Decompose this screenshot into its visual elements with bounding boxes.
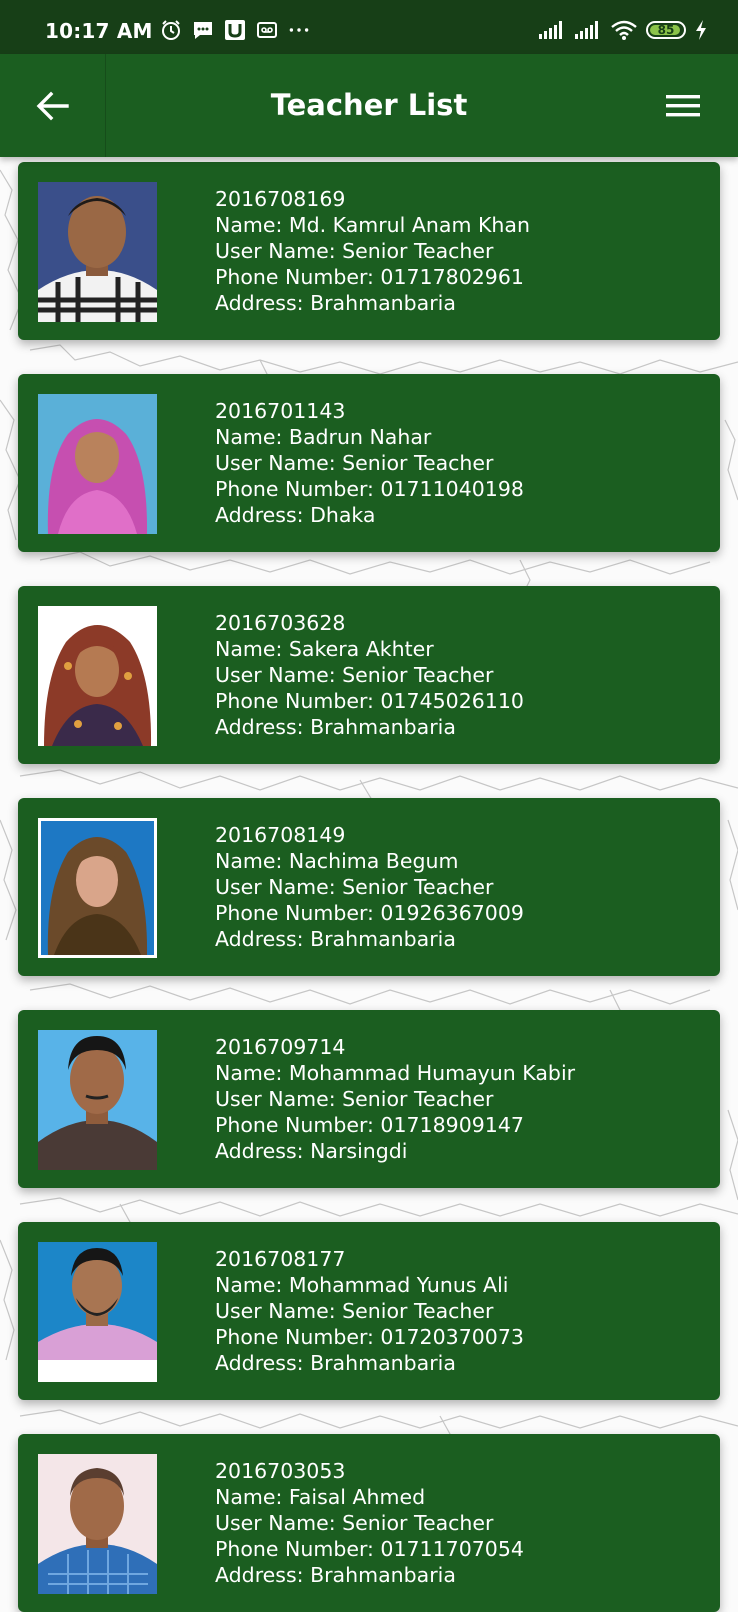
teacher-photo xyxy=(38,1030,157,1170)
teacher-info: 2016708177 Name: Mohammad Yunus Ali User… xyxy=(215,1246,524,1376)
teacher-address: Address: Brahmanbaria xyxy=(215,291,456,315)
teacher-card[interactable]: 2016703628 Name: Sakera Akhter User Name… xyxy=(18,586,720,764)
teacher-photo xyxy=(38,182,157,322)
teacher-photo xyxy=(38,1242,157,1382)
teacher-photo xyxy=(38,818,157,958)
teacher-id: 2016708177 xyxy=(215,1247,346,1271)
teacher-card[interactable]: 2016708177 Name: Mohammad Yunus Ali User… xyxy=(18,1222,720,1400)
app-bar: Teacher List xyxy=(0,54,738,157)
u-app-icon xyxy=(224,19,246,41)
teacher-info: 2016708149 Name: Nachima Begum User Name… xyxy=(215,822,524,952)
teacher-photo xyxy=(38,394,157,534)
appbar-divider xyxy=(105,54,106,157)
teacher-address: Address: Dhaka xyxy=(215,503,376,527)
notification-icons xyxy=(160,18,310,42)
teacher-address: Address: Brahmanbaria xyxy=(215,715,456,739)
teacher-username: User Name: Senior Teacher xyxy=(215,1511,494,1535)
teacher-photo xyxy=(38,1454,157,1594)
teacher-name: Name: Mohammad Humayun Kabir xyxy=(215,1061,576,1085)
teacher-address: Address: Brahmanbaria xyxy=(215,1351,456,1375)
hamburger-menu-icon xyxy=(666,94,700,116)
teacher-phone: Phone Number: 01711040198 xyxy=(215,477,524,501)
teacher-id: 2016708169 xyxy=(215,187,346,211)
teacher-info: 2016709714 Name: Mohammad Humayun Kabir … xyxy=(215,1034,575,1164)
teacher-id: 2016709714 xyxy=(215,1035,346,1059)
teacher-info: 2016708169 Name: Md. Kamrul Anam Khan Us… xyxy=(215,186,530,316)
battery-level: 85 xyxy=(657,23,675,37)
charging-bolt-icon xyxy=(694,19,708,41)
teacher-phone: Phone Number: 01718909147 xyxy=(215,1113,524,1137)
teacher-username: User Name: Senior Teacher xyxy=(215,451,494,475)
status-bar: 10:17 AM 85 xyxy=(0,0,738,54)
teacher-name: Name: Badrun Nahar xyxy=(215,425,432,449)
alarm-clock-icon xyxy=(160,19,182,41)
teacher-id: 2016708149 xyxy=(215,823,346,847)
battery-indicator: 85 xyxy=(646,21,686,39)
teacher-card[interactable]: 2016708149 Name: Nachima Begum User Name… xyxy=(18,798,720,976)
signal-icon xyxy=(538,19,566,41)
teacher-card[interactable]: 2016701143 Name: Badrun Nahar User Name:… xyxy=(18,374,720,552)
teacher-phone: Phone Number: 01717802961 xyxy=(215,265,524,289)
teacher-id: 2016701143 xyxy=(215,399,346,423)
message-icon xyxy=(192,19,214,41)
system-icons: 85 xyxy=(538,18,708,42)
teacher-name: Name: Mohammad Yunus Ali xyxy=(215,1273,509,1297)
teacher-name: Name: Sakera Akhter xyxy=(215,637,434,661)
teacher-address: Address: Brahmanbaria xyxy=(215,927,456,951)
status-time: 10:17 AM xyxy=(45,19,153,43)
back-button[interactable] xyxy=(0,54,105,157)
voicemail-icon xyxy=(256,19,278,41)
teacher-phone: Phone Number: 01745026110 xyxy=(215,689,524,713)
teacher-card[interactable]: 2016709714 Name: Mohammad Humayun Kabir … xyxy=(18,1010,720,1188)
teacher-id: 2016703053 xyxy=(215,1459,346,1483)
teacher-name: Name: Nachima Begum xyxy=(215,849,459,873)
more-dots-icon xyxy=(288,19,310,41)
teacher-username: User Name: Senior Teacher xyxy=(215,239,494,263)
teacher-username: User Name: Senior Teacher xyxy=(215,1299,494,1323)
teacher-username: User Name: Senior Teacher xyxy=(215,1087,494,1111)
arrow-left-icon xyxy=(36,91,69,120)
teacher-card[interactable]: 2016703053 Name: Faisal Ahmed User Name:… xyxy=(18,1434,720,1612)
teacher-phone: Phone Number: 01720370073 xyxy=(215,1325,524,1349)
teacher-photo xyxy=(38,606,157,746)
signal-icon xyxy=(574,19,602,41)
teacher-name: Name: Faisal Ahmed xyxy=(215,1485,426,1509)
teacher-id: 2016703628 xyxy=(215,611,346,635)
menu-button[interactable] xyxy=(628,54,738,157)
teacher-info: 2016701143 Name: Badrun Nahar User Name:… xyxy=(215,398,524,528)
teacher-phone: Phone Number: 01711707054 xyxy=(215,1537,524,1561)
teacher-username: User Name: Senior Teacher xyxy=(215,875,494,899)
teacher-address: Address: Brahmanbaria xyxy=(215,1563,456,1587)
teacher-address: Address: Narsingdi xyxy=(215,1139,408,1163)
teacher-username: User Name: Senior Teacher xyxy=(215,663,494,687)
teacher-phone: Phone Number: 01926367009 xyxy=(215,901,524,925)
wifi-icon xyxy=(610,19,638,41)
teacher-info: 2016703053 Name: Faisal Ahmed User Name:… xyxy=(215,1458,524,1588)
teacher-card[interactable]: 2016708169 Name: Md. Kamrul Anam Khan Us… xyxy=(18,162,720,340)
teacher-name: Name: Md. Kamrul Anam Khan xyxy=(215,213,530,237)
teacher-info: 2016703628 Name: Sakera Akhter User Name… xyxy=(215,610,524,740)
